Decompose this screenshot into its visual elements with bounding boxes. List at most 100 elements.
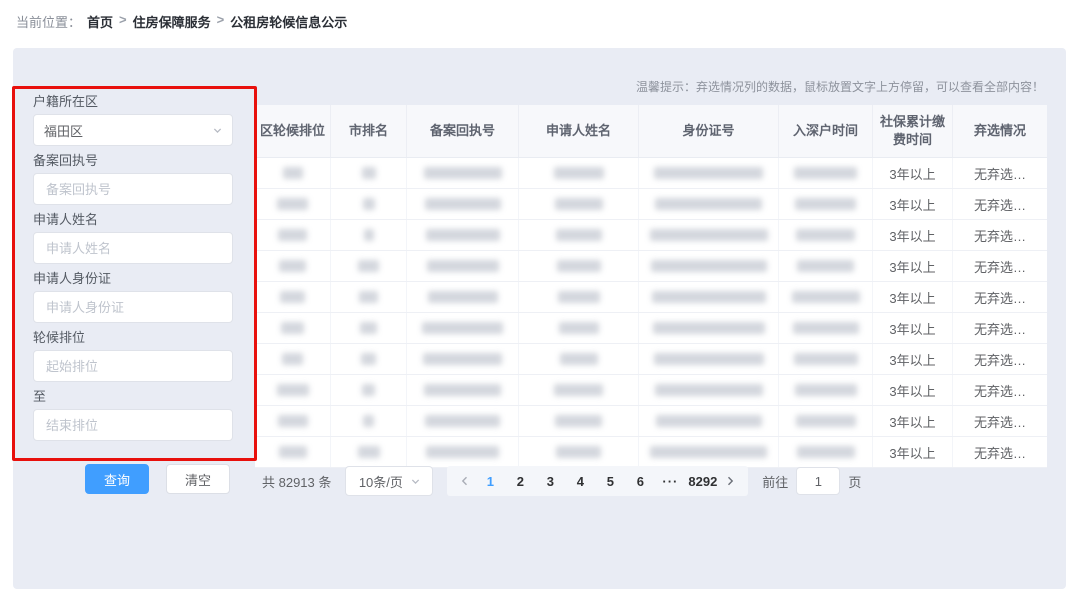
waive-status-cell[interactable]: 无弃选…	[953, 406, 1047, 436]
redacted-value	[423, 353, 502, 365]
page-number-last[interactable]: 8292	[685, 467, 720, 495]
redacted-value	[278, 229, 307, 241]
table-cell	[639, 344, 779, 374]
page-number[interactable]: 6	[625, 467, 655, 495]
form-text-input[interactable]	[44, 299, 222, 316]
table-cell	[779, 406, 873, 436]
table-row: 3年以上无弃选…	[255, 375, 1047, 406]
text-input-box[interactable]	[33, 173, 233, 205]
page-number[interactable]: 3	[535, 467, 565, 495]
table-cell	[331, 189, 407, 219]
redacted-value	[424, 167, 502, 179]
form-group: 轮候排位	[33, 330, 233, 382]
chevron-down-icon	[213, 126, 222, 135]
form-text-input[interactable]	[44, 358, 222, 375]
text-input-box[interactable]	[33, 409, 233, 441]
table-cell	[407, 313, 519, 343]
redacted-value	[792, 291, 860, 303]
next-page-button[interactable]	[720, 467, 740, 495]
redacted-value	[363, 198, 375, 210]
breadcrumb-item[interactable]: 住房保障服务	[133, 12, 211, 31]
table-cell	[639, 158, 779, 188]
redacted-value	[425, 198, 501, 210]
table-cell	[407, 189, 519, 219]
redacted-value	[558, 291, 600, 303]
table-cell: 3年以上	[873, 375, 953, 405]
redacted-value	[427, 260, 499, 272]
waive-status-cell[interactable]: 无弃选…	[953, 344, 1047, 374]
waive-status-cell[interactable]: 无弃选…	[953, 375, 1047, 405]
table-row: 3年以上无弃选…	[255, 158, 1047, 189]
table-cell	[519, 189, 639, 219]
column-header: 备案回执号	[407, 105, 519, 157]
table-cell	[255, 406, 331, 436]
jump-page-input[interactable]	[797, 468, 839, 494]
page-number[interactable]: 1	[475, 467, 505, 495]
select-value: 福田区	[44, 121, 213, 140]
table-cell	[255, 220, 331, 250]
redacted-value	[281, 322, 304, 334]
breadcrumb-item[interactable]: 公租房轮候信息公示	[230, 12, 347, 31]
form-text-input[interactable]	[44, 417, 222, 434]
waive-status-cell[interactable]: 无弃选…	[953, 189, 1047, 219]
pager-ellipsis[interactable]: ···	[655, 467, 685, 495]
form-text-input[interactable]	[44, 181, 222, 198]
redacted-value	[428, 291, 498, 303]
table-cell	[255, 189, 331, 219]
redacted-value	[424, 384, 501, 396]
page-size-select[interactable]: 10条/页	[345, 466, 433, 496]
column-header: 身份证号	[639, 105, 779, 157]
table-cell	[407, 220, 519, 250]
waive-status-cell[interactable]: 无弃选…	[953, 313, 1047, 343]
clear-button[interactable]: 清空	[166, 464, 230, 494]
table-cell	[779, 158, 873, 188]
waitlist-table: 区轮候排位市排名备案回执号申请人姓名身份证号入深户时间社保累计缴费时间弃选情况 …	[255, 105, 1047, 468]
page-number[interactable]: 5	[595, 467, 625, 495]
table-cell: 3年以上	[873, 437, 953, 467]
page-number[interactable]: 2	[505, 467, 535, 495]
breadcrumb-prefix: 当前位置：	[16, 12, 81, 31]
prev-page-button[interactable]	[455, 467, 475, 495]
redacted-value	[795, 384, 857, 396]
table-cell	[331, 313, 407, 343]
form-text-input[interactable]	[44, 240, 222, 257]
text-input-box[interactable]	[33, 232, 233, 264]
waive-status-cell[interactable]: 无弃选…	[953, 251, 1047, 281]
table-cell	[779, 313, 873, 343]
table-cell	[519, 406, 639, 436]
table-cell: 3年以上	[873, 158, 953, 188]
jump-page-input-box	[796, 467, 840, 495]
waive-status-cell[interactable]: 无弃选…	[953, 282, 1047, 312]
text-input-box[interactable]	[33, 350, 233, 382]
redacted-value	[426, 229, 500, 241]
page-number[interactable]: 4	[565, 467, 595, 495]
redacted-value	[555, 198, 603, 210]
waive-status-cell[interactable]: 无弃选…	[953, 437, 1047, 467]
waive-status-cell[interactable]: 无弃选…	[953, 220, 1047, 250]
redacted-value	[362, 167, 376, 179]
table-cell	[407, 437, 519, 467]
page-size-value: 10条/页	[359, 472, 403, 491]
redacted-value	[360, 322, 377, 334]
form-label: 申请人姓名	[33, 212, 233, 228]
column-header: 社保累计缴费时间	[873, 105, 953, 157]
district-select[interactable]: 福田区	[33, 114, 233, 146]
jumper-label: 前往	[762, 472, 788, 491]
text-input-box[interactable]	[33, 291, 233, 323]
table-cell	[407, 158, 519, 188]
redacted-value	[795, 198, 856, 210]
redacted-value	[559, 322, 599, 334]
form-button-row: 查询 清空	[33, 464, 230, 494]
chevron-down-icon	[411, 477, 420, 486]
table-cell	[519, 313, 639, 343]
table-cell	[255, 251, 331, 281]
search-button[interactable]: 查询	[85, 464, 149, 494]
breadcrumb-item[interactable]: 首页	[87, 12, 113, 31]
table-cell	[255, 437, 331, 467]
waive-status-cell[interactable]: 无弃选…	[953, 158, 1047, 188]
table-cell	[255, 282, 331, 312]
table-row: 3年以上无弃选…	[255, 220, 1047, 251]
redacted-value	[426, 446, 499, 458]
redacted-value	[650, 446, 767, 458]
table-row: 3年以上无弃选…	[255, 251, 1047, 282]
